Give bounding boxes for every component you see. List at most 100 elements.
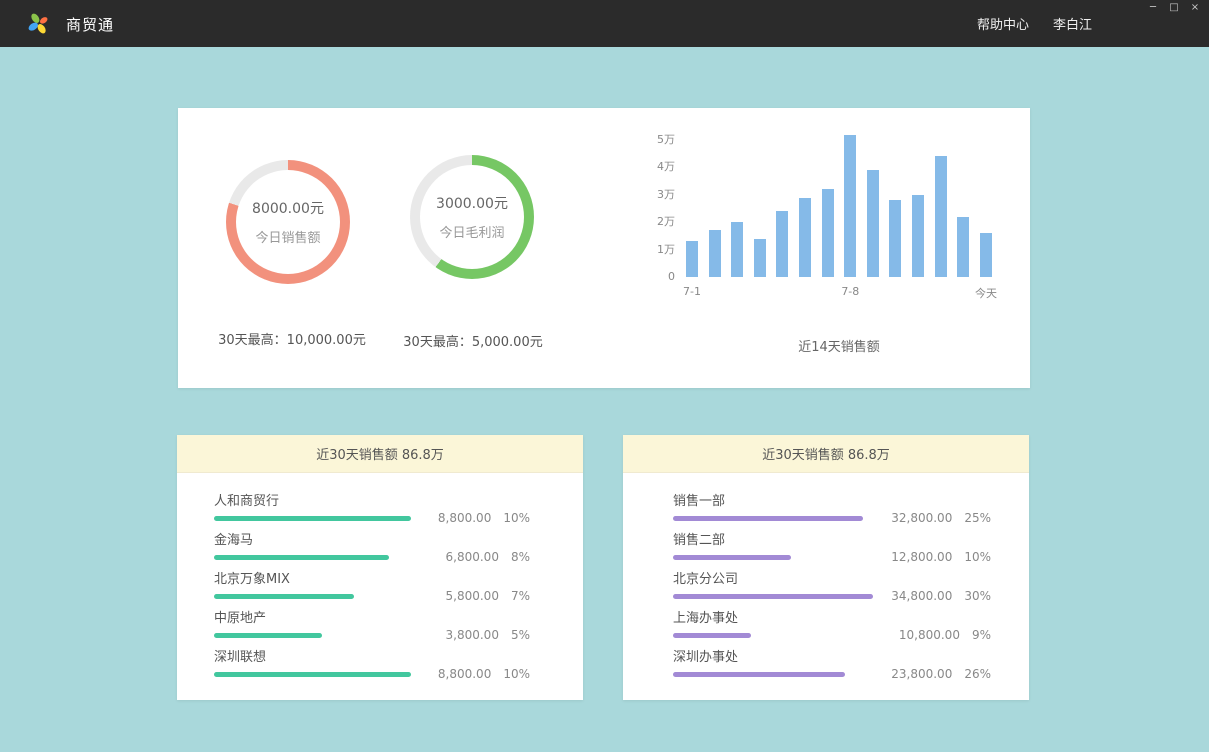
item-amount: 8,800.00 — [438, 511, 491, 525]
chart-bar — [731, 222, 743, 277]
departments-sales-card: 近30天销售额 86.8万 销售一部32,800.0025%销售二部12,800… — [623, 435, 1029, 700]
y-axis-tick: 2万 — [645, 216, 675, 228]
donut-center: 3000.00元 今日毛利润 — [420, 165, 524, 269]
list-item: 深圳联想8,800.0010% — [177, 646, 583, 685]
item-amount: 6,800.00 — [446, 550, 499, 564]
item-value: 23,800.00 26% — [891, 667, 991, 681]
item-name: 北京万象MIX — [214, 568, 583, 587]
item-value: 8,800.00 10% — [438, 511, 530, 525]
customers-card-title: 近30天销售额 86.8万 — [177, 435, 583, 473]
list-item: 北京分公司 34,800.00 30% — [623, 568, 1029, 607]
item-amount: 34,800.00 — [891, 589, 952, 603]
today-profit-value: 3000.00元 — [436, 193, 508, 213]
close-button[interactable]: × — [1189, 2, 1201, 14]
item-progress-bar — [214, 594, 354, 599]
list-item: 销售二部12,800.0010% — [623, 529, 1029, 568]
item-percent: 26% — [964, 667, 991, 681]
list-item: 人和商贸行 8,800.00 10% — [177, 490, 583, 529]
item-percent: 10% — [503, 667, 530, 681]
item-amount: 10,800.00 — [899, 628, 960, 642]
chart-bar — [822, 189, 834, 277]
item-value: 10,800.00 9% — [899, 628, 991, 642]
item-progress-bar — [214, 633, 322, 638]
item-amount: 12,800.00 — [891, 550, 952, 564]
list-item: 金海马 6,800.00 8% — [177, 529, 583, 568]
y-axis-tick: 1万 — [645, 244, 675, 256]
list-item: 销售一部 32,800.0025% — [623, 490, 1029, 529]
item-progress-bar — [673, 555, 791, 560]
titlebar: 商贸通 帮助中心 李白江 ─ □ × — [0, 0, 1209, 47]
help-center-link[interactable]: 帮助中心 — [977, 14, 1029, 33]
departments-card-title: 近30天销售额 86.8万 — [623, 435, 1029, 473]
y-axis-tick: 4万 — [645, 161, 675, 173]
item-amount: 3,800.00 — [446, 628, 499, 642]
x-axis-tick: 今天 — [975, 285, 997, 301]
item-name: 人和商贸行 — [214, 490, 583, 509]
chart-bar — [844, 135, 856, 277]
item-value: 32,800.0025% — [891, 511, 991, 525]
chart-bar — [709, 230, 721, 277]
bar-chart-x-ticks: 7-17-8今天 — [686, 285, 992, 301]
item-percent: 25% — [964, 511, 991, 525]
y-axis-tick: 0 — [645, 271, 675, 283]
item-value: 34,800.00 30% — [891, 589, 991, 603]
chart-bar — [912, 195, 924, 277]
item-name: 销售一部 — [673, 490, 1029, 509]
list-item: 中原地产 3,800.005% — [177, 607, 583, 646]
item-value: 6,800.00 8% — [446, 550, 530, 564]
minimize-button[interactable]: ─ — [1147, 2, 1159, 14]
item-percent: 8% — [511, 550, 530, 564]
donut-center: 8000.00元 今日销售额 — [236, 170, 340, 274]
list-item: 深圳办事处 23,800.00 26% — [623, 646, 1029, 685]
chart-bar — [867, 170, 879, 277]
item-progress-bar — [214, 516, 411, 521]
bar-chart-bars — [686, 140, 992, 277]
today-sales-value: 8000.00元 — [252, 198, 324, 218]
bar-chart-y-axis: 5万4万3万2万1万0 — [645, 140, 675, 277]
maximize-button[interactable]: □ — [1168, 2, 1180, 14]
bar-chart-title: 近14天销售额 — [686, 336, 992, 355]
today-profit-label: 今日毛利润 — [439, 222, 504, 241]
x-axis-tick: 7-1 — [683, 285, 701, 298]
item-name: 金海马 — [214, 529, 583, 548]
item-name: 深圳办事处 — [673, 646, 1029, 665]
today-sales-label: 今日销售额 — [255, 227, 320, 246]
topbar-menu: 帮助中心 李白江 — [977, 0, 1092, 47]
chart-bar — [889, 200, 901, 277]
list-item: 上海办事处 10,800.00 9% — [623, 607, 1029, 646]
chart-bar — [799, 198, 811, 277]
item-name: 北京分公司 — [673, 568, 1029, 587]
item-percent: 9% — [972, 628, 991, 642]
item-name: 中原地产 — [214, 607, 583, 626]
item-value: 8,800.00 10% — [438, 667, 530, 681]
window-controls: ─ □ × — [1147, 2, 1201, 14]
item-value: 3,800.005% — [446, 628, 530, 642]
user-menu[interactable]: 李白江 — [1053, 14, 1092, 33]
item-progress-bar — [214, 555, 389, 560]
item-progress-bar — [673, 633, 751, 638]
item-percent: 10% — [964, 550, 991, 564]
item-value: 5,800.007% — [446, 589, 530, 603]
item-name: 上海办事处 — [673, 607, 1029, 626]
item-amount: 23,800.00 — [891, 667, 952, 681]
customers-card-body: 人和商贸行 8,800.00 10% 金海马 6,800.00 8% 北京万象MIX 5,80… — [177, 473, 583, 685]
customers-sales-card: 近30天销售额 86.8万 人和商贸行 8,800.00 10% 金海马 6,800.0… — [177, 435, 583, 700]
list-item: 北京万象MIX 5,800.007% — [177, 568, 583, 607]
item-progress-bar — [673, 516, 863, 521]
item-amount: 8,800.00 — [438, 667, 491, 681]
chart-bar — [686, 241, 698, 277]
app-logo-icon — [26, 11, 51, 36]
item-progress-bar — [673, 672, 845, 677]
today-sales-donut-chart: 8000.00元 今日销售额 — [226, 160, 350, 284]
item-percent: 30% — [964, 589, 991, 603]
chart-bar — [776, 211, 788, 277]
x-axis-tick: 7-8 — [841, 285, 859, 298]
sales-14day-bar-chart: 5万4万3万2万1万0 7-17-8今天 近14天销售额 — [645, 140, 1005, 370]
item-percent: 10% — [503, 511, 530, 525]
item-progress-bar — [214, 672, 411, 677]
y-axis-tick: 5万 — [645, 134, 675, 146]
item-progress-bar — [673, 594, 873, 599]
y-axis-tick: 3万 — [645, 189, 675, 201]
item-value: 12,800.00 10% — [891, 550, 991, 564]
departments-card-body: 销售一部32,800.0025%销售二部12,800.0010%北京分公司34,… — [623, 473, 1029, 685]
